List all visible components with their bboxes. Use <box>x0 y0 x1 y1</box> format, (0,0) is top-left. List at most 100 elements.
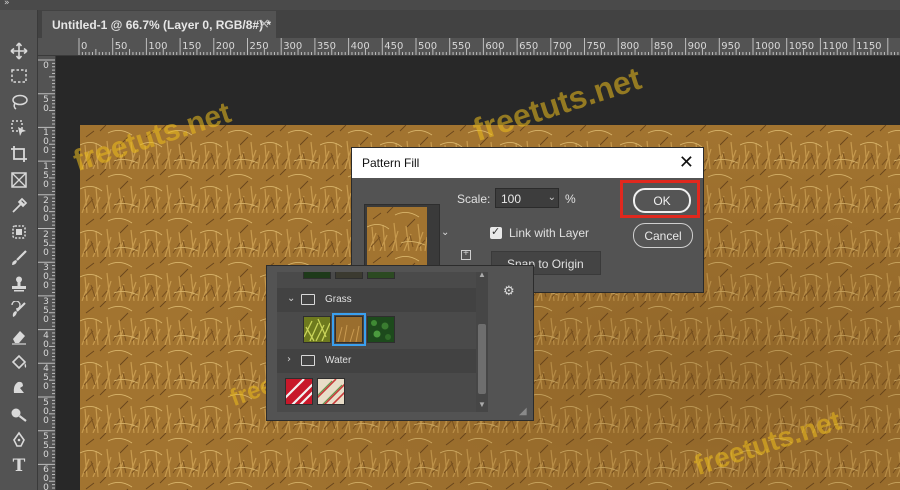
ruler-label: 400 <box>350 41 370 52</box>
pattern-grass-green[interactable] <box>367 316 395 343</box>
chevron-right-icon[interactable]: › <box>287 354 291 365</box>
eraser-tool-icon[interactable] <box>6 325 32 347</box>
pattern-group-grass[interactable]: ⌄ Grass <box>277 288 487 312</box>
pattern-swatch-button[interactable]: ⌄ <box>364 204 449 268</box>
ruler-label: 350 <box>43 296 49 325</box>
eyedropper-tool-icon[interactable] <box>6 195 32 217</box>
ruler-label: 450 <box>43 364 49 393</box>
ruler-label: 50 <box>43 94 49 114</box>
type-tool-icon[interactable]: T <box>6 455 32 477</box>
new-preset-icon[interactable]: + <box>461 248 471 260</box>
pattern-group-water[interactable]: › Water <box>277 349 487 373</box>
link-with-layer-checkbox[interactable]: ✓ <box>490 225 502 239</box>
pattern-thumb-partial[interactable] <box>335 272 363 279</box>
pattern-list: ⌄ Grass › Water <box>277 272 487 412</box>
scale-value: 100 <box>501 192 522 206</box>
ruler-label: 1000 <box>755 41 781 52</box>
ruler-label: 1100 <box>822 41 848 52</box>
pattern-thumb-partial[interactable] <box>303 272 331 279</box>
ruler-label: 750 <box>586 41 606 52</box>
ruler-label: 300 <box>283 41 303 52</box>
ruler-label: 200 <box>43 195 49 224</box>
smudge-tool-icon[interactable] <box>6 377 32 399</box>
history-brush-tool-icon[interactable] <box>6 299 32 321</box>
ruler-label: 0 <box>81 41 88 52</box>
ruler-label: 900 <box>687 41 707 52</box>
ruler-label: 150 <box>182 41 202 52</box>
resize-grip-icon[interactable]: ◢ <box>519 406 527 417</box>
ruler-label: 350 <box>316 41 336 52</box>
link-with-layer-label: Link with Layer <box>509 226 590 240</box>
ruler-label: 0 <box>43 61 49 71</box>
chevron-down-icon[interactable]: ⌄ <box>441 227 449 238</box>
document-tab-title: Untitled-1 @ 66.7% (Layer 0, RGB/8#) * <box>52 18 272 32</box>
folder-icon <box>301 294 315 305</box>
ruler-label: 700 <box>552 41 572 52</box>
scroll-up-icon[interactable]: ▲ <box>478 270 486 279</box>
vertical-ruler: 0 50 100 150 200 250 300 350 400 450 500 550 600 <box>38 56 56 490</box>
pattern-water-red-stripes[interactable] <box>281 378 317 408</box>
panel-collapse-strip: » <box>0 0 900 10</box>
pattern-picker-popup: ⌄ Grass › Water ▲ ▼ ⚙ ◢ <box>266 265 534 421</box>
frame-tool-icon[interactable] <box>6 169 32 191</box>
ruler-label: 950 <box>721 41 741 52</box>
ruler-label: 200 <box>215 41 235 52</box>
checkmark-icon: ✓ <box>491 225 501 238</box>
tools-panel: T <box>0 10 38 490</box>
ruler-label: 100 <box>43 128 49 157</box>
object-select-tool-icon[interactable] <box>6 117 32 139</box>
cancel-button[interactable]: Cancel <box>633 223 693 248</box>
document-tab[interactable]: Untitled-1 @ 66.7% (Layer 0, RGB/8#) * × <box>42 11 276 38</box>
ruler-label: 300 <box>43 263 49 292</box>
dialog-titlebar: Pattern Fill ✕ <box>352 148 703 178</box>
scroll-down-icon[interactable]: ▼ <box>478 400 486 409</box>
group-label: Water <box>325 355 352 366</box>
pattern-thumb-partial[interactable] <box>367 272 395 279</box>
scale-input[interactable]: 100 ⌄ <box>495 188 559 208</box>
scale-dropdown-icon[interactable]: ⌄ <box>548 192 556 203</box>
pattern-preview-grass <box>367 207 427 265</box>
photoshop-window: » Untitled-1 @ 66.7% (Layer 0, RGB/8#) *… <box>0 0 900 490</box>
group-label: Grass <box>325 294 352 305</box>
ruler-label: 800 <box>620 41 640 52</box>
chevron-down-icon[interactable]: ⌄ <box>287 293 295 304</box>
paint-bucket-tool-icon[interactable] <box>6 351 32 373</box>
ok-button[interactable]: OK <box>633 188 691 213</box>
ruler-label: 850 <box>653 41 673 52</box>
dodge-tool-icon[interactable] <box>6 403 32 425</box>
horizontal-ruler: 0 50 100 150 200 250 300 350 400 450 500 550 600 650 7… <box>38 38 900 56</box>
healing-brush-tool-icon[interactable] <box>6 221 32 243</box>
ruler-label: 1050 <box>788 41 815 52</box>
pen-tool-icon[interactable] <box>6 429 32 451</box>
ruler-label: 500 <box>43 398 49 426</box>
pattern-grass-dry[interactable] <box>332 313 366 346</box>
ruler-label: 500 <box>418 41 438 52</box>
ruler-label: 1150 <box>856 41 882 52</box>
crop-tool-icon[interactable] <box>6 143 32 165</box>
tab-close-icon[interactable]: × <box>258 16 270 32</box>
ruler-label: 250 <box>249 41 269 52</box>
scrollbar-thumb[interactable] <box>478 324 486 394</box>
scale-unit: % <box>565 192 576 206</box>
dialog-close-icon[interactable]: ✕ <box>679 152 694 173</box>
scale-label: Scale: <box>457 192 491 206</box>
pattern-water-light-stripes[interactable] <box>309 378 349 410</box>
pattern-list-scrollbar[interactable]: ▲ ▼ <box>476 270 488 412</box>
move-tool-icon[interactable] <box>6 40 32 62</box>
document-tab-bar: Untitled-1 @ 66.7% (Layer 0, RGB/8#) * × <box>38 10 900 38</box>
gear-icon[interactable]: ⚙ <box>503 284 515 299</box>
ruler-label: 50 <box>114 41 128 52</box>
marquee-tool-icon[interactable] <box>6 65 32 87</box>
ruler-label: 600 <box>485 41 505 52</box>
ruler-label: 400 <box>43 330 49 359</box>
folder-icon <box>301 355 315 366</box>
lasso-tool-icon[interactable] <box>6 91 32 113</box>
ruler-label: 250 <box>43 229 49 258</box>
ruler-label: 550 <box>43 431 49 460</box>
brush-tool-icon[interactable] <box>6 247 32 269</box>
ruler-label: 600 <box>43 465 49 490</box>
pattern-grass-yellow[interactable] <box>303 316 331 343</box>
collapse-panels-icon[interactable]: » <box>4 0 10 8</box>
ruler-label: 650 <box>519 41 539 52</box>
clone-stamp-tool-icon[interactable] <box>6 273 32 295</box>
